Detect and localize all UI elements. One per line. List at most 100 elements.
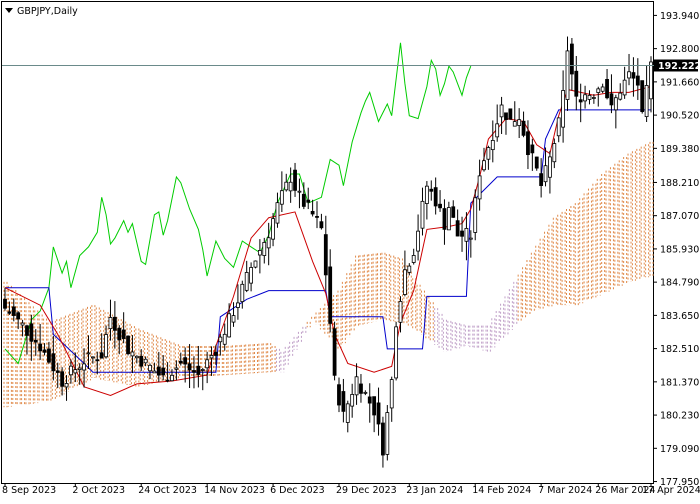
candle-body [315,216,319,218]
candle-body [372,396,377,416]
candle-body [569,43,574,75]
candle-body [468,237,473,240]
candle-body [257,250,262,256]
candle-body [548,156,552,178]
candle-body [244,272,249,291]
candle-body [3,298,7,309]
candle [253,260,258,269]
candle-body [266,237,271,249]
candle-body [134,355,139,359]
candle-body [451,206,456,218]
candle-body [64,383,69,388]
candle-body [424,185,429,204]
candle-body [460,230,464,237]
candle-body [218,336,223,343]
candle-body [609,93,614,106]
candle-body [429,188,434,192]
candle-body [306,199,311,203]
price-tick-label: 180.230 [660,411,699,422]
candle-body [90,356,95,359]
candle-body [530,144,535,154]
candle-body [156,366,161,376]
candle-body [578,99,583,103]
candle-body [473,197,478,233]
candle-body [130,351,135,357]
candle-body [33,339,38,343]
candle-body [556,117,561,137]
candle-body [332,328,337,376]
candle-body [416,230,420,252]
candle-body [95,359,100,362]
price-tick-label: 182.510 [660,344,699,355]
candle-body [196,365,201,375]
candle [126,335,130,356]
price-tick-label: 191.660 [660,77,699,88]
candle-body [622,79,627,96]
candle-body [574,70,579,97]
candle-body [583,94,587,102]
candle [640,80,645,114]
candle-body [442,208,447,230]
candle-body [403,269,407,295]
candle-body [561,90,566,128]
candle-body [328,266,333,324]
candle-body [161,367,166,376]
candle-body [126,335,130,355]
price-tick-label: 181.370 [660,377,699,388]
price-tick-label: 190.520 [660,111,699,122]
time-tick-label: 17 Apr 2024 [642,485,700,496]
candle-body [490,140,495,151]
candle-body [337,384,341,406]
candle-body [20,322,25,326]
candle-body [433,187,438,207]
candle-body [543,165,548,183]
candle-body [526,131,530,156]
candle-body [73,369,78,374]
candle-body [407,265,412,273]
candle [385,405,390,461]
candle-body [310,210,315,215]
candle-body [644,85,649,118]
candle-body [25,325,29,336]
candle-body [618,92,623,100]
candle-body [200,369,205,371]
candle-body [345,403,350,423]
candle-body [381,422,385,456]
time-tick-label: 14 Nov 2023 [204,485,265,496]
candle-body [486,147,491,160]
candle-body [205,359,210,369]
candle [394,321,399,381]
candle [332,321,337,381]
time-tick-label: 24 Oct 2023 [138,485,197,496]
candle-body [350,394,355,407]
candle-body [42,349,47,353]
candle-body [284,181,289,191]
candle-body [86,352,91,355]
candle-body [112,316,117,331]
candle-body [600,86,605,92]
candle-body [627,71,631,79]
candle-body [183,357,188,365]
candle-body [214,351,218,356]
price-tick-label: 184.790 [660,278,699,289]
candle-body [596,88,601,93]
candle-body [341,391,346,412]
time-tick-label: 8 Sep 2023 [2,485,56,496]
chart-title: GBPJPY,Daily [17,6,78,17]
price-tick-label: 185.930 [660,244,699,255]
candle-body [367,396,372,404]
candle-body [323,234,328,276]
price-tick-label: 189.380 [660,144,699,155]
candle-body [121,329,126,339]
candle-body [11,306,16,316]
candle-body [170,374,174,382]
candle-body [398,301,403,323]
candle-body [222,333,227,345]
candle-body [495,123,500,138]
time-tick-label: 14 Feb 2024 [472,485,531,496]
price-tick-label: 183.650 [660,311,699,322]
candle-body [55,370,60,373]
candle-body [227,313,232,338]
candle-body [499,104,504,118]
candle-body [297,190,302,193]
